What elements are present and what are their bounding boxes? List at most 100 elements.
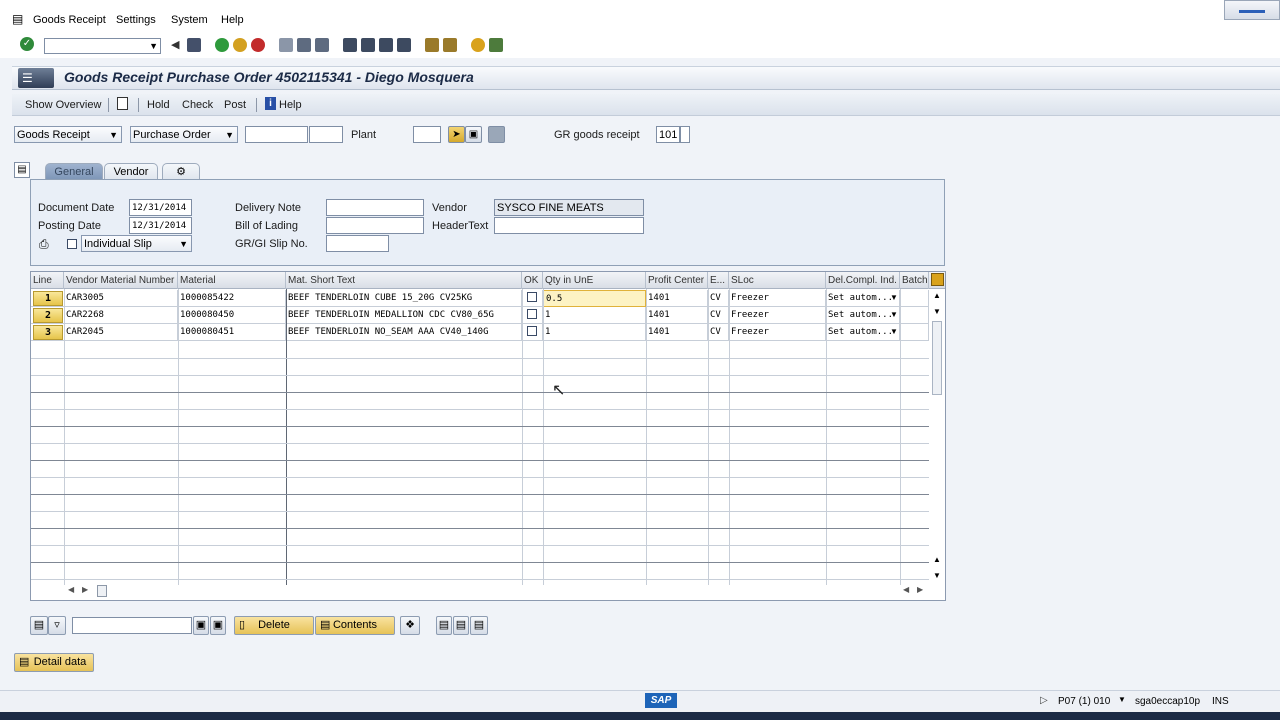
new-document-icon[interactable] (117, 97, 128, 110)
batch-cell[interactable] (900, 324, 929, 341)
detail-data-button[interactable]: ▤ Detail data (14, 653, 94, 672)
print-icon[interactable] (279, 38, 293, 52)
last-page-icon[interactable] (397, 38, 411, 52)
vertical-scrollbar[interactable]: ▲ ▼ ▲ ▼ (930, 289, 945, 585)
scroll-down-icon[interactable]: ▼ (933, 307, 941, 316)
previous-page-icon[interactable] (361, 38, 375, 52)
horizontal-scroll-thumb[interactable] (97, 585, 107, 597)
exit-icon[interactable] (233, 38, 247, 52)
movement-type-input[interactable]: 101 (656, 126, 680, 143)
save-icon[interactable] (187, 38, 201, 52)
find-icon[interactable]: ▣ (193, 616, 209, 635)
plant-input[interactable] (413, 126, 441, 143)
header-text-input[interactable] (494, 217, 644, 234)
scroll-up-icon[interactable]: ▲ (933, 291, 941, 300)
column-header-line[interactable]: Line (31, 272, 64, 289)
chevron-down-icon[interactable]: ▼ (149, 41, 158, 51)
document-number-input[interactable] (245, 126, 308, 143)
del-compl-select[interactable]: Set autom... (826, 290, 900, 307)
execute-icon[interactable]: ➤ (448, 126, 465, 143)
document-year-input[interactable] (309, 126, 343, 143)
scroll-down-icon[interactable]: ▼ (933, 571, 941, 580)
qty-input[interactable]: 1 (543, 324, 646, 341)
sloc-cell[interactable]: Freezer (729, 307, 826, 324)
scroll-up-icon[interactable]: ▲ (933, 555, 941, 564)
delete-button[interactable]: ▯ Delete (234, 616, 314, 635)
check-button[interactable]: Check (182, 99, 213, 111)
print-checkbox[interactable] (67, 239, 77, 249)
scroll-right-icon[interactable]: ▶ (917, 585, 923, 594)
scroll-left-icon[interactable]: ◀ (68, 585, 74, 594)
posting-date-input[interactable]: 12/31/2014 (129, 217, 192, 234)
find-next-icon[interactable] (315, 38, 329, 52)
next-page-icon[interactable] (379, 38, 393, 52)
tab-general[interactable]: General (45, 163, 103, 180)
column-header-qty[interactable]: Qty in UnE (543, 272, 646, 289)
column-header-short-text[interactable]: Mat. Short Text (286, 272, 522, 289)
tab-partner[interactable]: ⚙ (162, 163, 200, 180)
new-session-icon[interactable] (425, 38, 439, 52)
filter-icon[interactable]: ▿ (48, 616, 66, 635)
column-header-material[interactable]: Material (178, 272, 286, 289)
line-number-button[interactable]: 1 (33, 291, 63, 306)
status-toggle-icon[interactable]: ▷ (1040, 695, 1048, 706)
column-header-e[interactable]: E... (708, 272, 729, 289)
line-number-button[interactable]: 3 (33, 325, 63, 340)
help-icon[interactable] (471, 38, 485, 52)
info-icon[interactable]: i (265, 97, 276, 110)
chevron-down-icon[interactable]: ▼ (890, 327, 898, 336)
ok-checkbox[interactable] (527, 292, 537, 302)
contents-button[interactable]: ▤ Contents (315, 616, 395, 635)
menu-goods-receipt[interactable]: Goods Receipt (33, 14, 106, 26)
cancel-icon[interactable] (251, 38, 265, 52)
del-compl-select[interactable]: Set autom... (826, 307, 900, 324)
folder-icon[interactable]: ▤ (14, 162, 30, 178)
copy-icon[interactable]: ▤ (436, 616, 452, 635)
hold-button[interactable]: Hold (147, 99, 170, 111)
chevron-down-icon[interactable]: ▼ (890, 310, 898, 319)
sloc-cell[interactable]: Freezer (729, 324, 826, 341)
expand-icon[interactable]: ❖ (400, 616, 420, 635)
table-settings-icon[interactable] (931, 273, 944, 286)
find-icon[interactable] (297, 38, 311, 52)
help-button[interactable]: Help (279, 99, 302, 111)
column-header-batch[interactable]: Batch (900, 272, 929, 289)
command-field[interactable]: ▼ (44, 38, 161, 54)
bill-of-lading-input[interactable] (326, 217, 424, 234)
movement-type-indicator[interactable] (680, 126, 690, 143)
reference-select[interactable]: Purchase Order ▼ (130, 126, 238, 143)
enter-icon[interactable]: ✓ (20, 37, 34, 51)
show-overview-button[interactable]: Show Overview (25, 99, 101, 111)
scroll-right-icon[interactable]: ▶ (82, 585, 88, 594)
sloc-cell[interactable]: Freezer (729, 290, 826, 307)
search-input[interactable] (72, 617, 192, 634)
layout-menu-icon[interactable] (489, 38, 503, 52)
column-header-del-compl[interactable]: Del.Compl. Ind. (826, 272, 900, 289)
menu-settings[interactable]: Settings (116, 14, 156, 26)
shortcut-icon[interactable] (443, 38, 457, 52)
delivery-note-input[interactable] (326, 199, 424, 216)
menu-help[interactable]: Help (221, 14, 244, 26)
batch-cell[interactable] (900, 290, 929, 307)
column-header-sloc[interactable]: SLoc (729, 272, 826, 289)
ok-checkbox[interactable] (527, 309, 537, 319)
input-mode[interactable]: INS (1212, 696, 1229, 707)
back-icon[interactable]: ◀ (171, 38, 185, 52)
line-number-button[interactable]: 2 (33, 308, 63, 323)
first-page-icon[interactable] (343, 38, 357, 52)
gr-gi-slip-input[interactable] (326, 235, 389, 252)
minimize-button[interactable] (1224, 0, 1280, 20)
scroll-thumb[interactable] (932, 321, 942, 395)
tab-vendor[interactable]: Vendor (104, 163, 158, 180)
search-icon[interactable]: ▣ (465, 126, 482, 143)
slip-type-select[interactable]: Individual Slip ▼ (81, 235, 192, 252)
qty-input[interactable]: 1 (543, 307, 646, 324)
document-date-input[interactable]: 12/31/2014 (129, 199, 192, 216)
layout-icon[interactable]: ▤ (470, 616, 488, 635)
column-header-ok[interactable]: OK (522, 272, 543, 289)
chevron-down-icon[interactable]: ▼ (1118, 695, 1126, 704)
find-next-icon[interactable]: ▣ (210, 616, 226, 635)
del-compl-select[interactable]: Set autom... (826, 324, 900, 341)
post-button[interactable]: Post (224, 99, 246, 111)
back-nav-icon[interactable] (215, 38, 229, 52)
